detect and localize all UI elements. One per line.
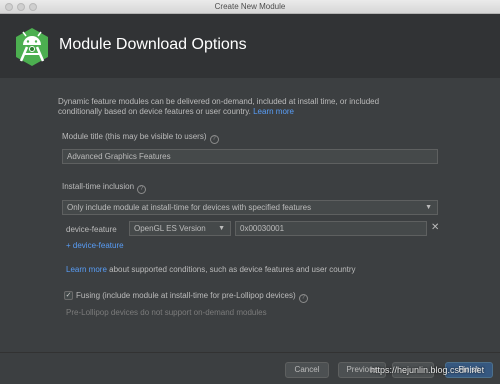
description-line-2: conditionally based on device features o… bbox=[58, 106, 294, 117]
page-title: Module Download Options bbox=[59, 36, 247, 53]
window-title: Create New Module bbox=[214, 2, 286, 11]
device-feature-type-selected: OpenGL ES Version bbox=[134, 224, 206, 233]
fusing-checkbox[interactable]: ✓ bbox=[64, 291, 73, 300]
chevron-down-icon: ▼ bbox=[425, 204, 432, 211]
install-time-label-text: Install-time inclusion bbox=[62, 182, 135, 191]
zoom-window-button[interactable] bbox=[29, 3, 37, 11]
device-feature-label: device-feature bbox=[66, 225, 117, 234]
learn-more-link[interactable]: Learn more bbox=[253, 107, 294, 116]
chevron-down-icon: ▼ bbox=[218, 225, 225, 232]
fusing-label: Fusing (include module at install-time f… bbox=[76, 290, 308, 303]
dialog-window: Create New Module Module Download Option… bbox=[0, 0, 500, 384]
add-device-feature-link[interactable]: + device-feature bbox=[66, 240, 124, 251]
install-time-label: Install-time inclusion? bbox=[62, 181, 147, 194]
close-window-button[interactable] bbox=[5, 3, 13, 11]
description-text: conditionally based on device features o… bbox=[58, 107, 251, 116]
device-feature-type-select[interactable]: OpenGL ES Version ▼ bbox=[129, 221, 231, 236]
close-icon[interactable]: ✕ bbox=[431, 222, 439, 233]
title-bar: Create New Module bbox=[0, 0, 500, 14]
device-feature-value-input[interactable]: 0x00030001 bbox=[235, 221, 427, 236]
module-title-value: Advanced Graphics Features bbox=[67, 152, 171, 161]
footer-divider bbox=[0, 352, 500, 353]
help-icon[interactable]: ? bbox=[209, 135, 219, 144]
fusing-label-text: Fusing (include module at install-time f… bbox=[76, 291, 296, 300]
help-icon[interactable]: ? bbox=[298, 294, 308, 303]
supported-conditions-text: about supported conditions, such as devi… bbox=[109, 265, 356, 274]
fusing-note: Pre-Lollipop devices do not support on-d… bbox=[66, 308, 267, 317]
watermark-text: https://hejunlin.blog.csdn.net bbox=[370, 365, 485, 375]
module-title-label: Module title (this may be visible to use… bbox=[62, 131, 219, 144]
device-feature-value: 0x00030001 bbox=[240, 224, 285, 233]
supported-conditions-line: Learn more about supported conditions, s… bbox=[66, 264, 356, 275]
supported-conditions-learn-more-link[interactable]: Learn more bbox=[66, 265, 107, 274]
module-title-label-text: Module title (this may be visible to use… bbox=[62, 132, 207, 141]
module-title-input[interactable]: Advanced Graphics Features bbox=[62, 149, 438, 164]
header-banner: Module Download Options bbox=[0, 14, 500, 78]
help-icon[interactable]: ? bbox=[137, 185, 147, 194]
android-studio-logo-icon bbox=[16, 28, 48, 66]
cancel-button[interactable]: Cancel bbox=[285, 362, 329, 378]
install-time-select[interactable]: Only include module at install-time for … bbox=[62, 200, 438, 215]
install-time-selected: Only include module at install-time for … bbox=[67, 203, 312, 212]
minimize-window-button[interactable] bbox=[17, 3, 25, 11]
